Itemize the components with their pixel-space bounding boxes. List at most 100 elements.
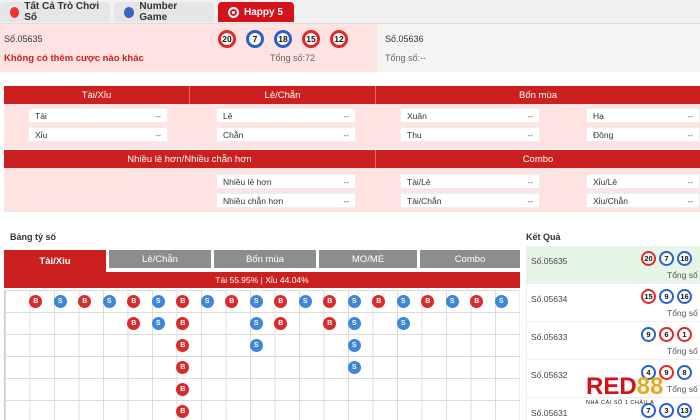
small-marker: S (249, 316, 263, 330)
bet-option-more-odd[interactable]: Nhiều lẻ hơn -- (216, 174, 356, 189)
small-marker: S (249, 338, 263, 352)
result-total: Tổng số (667, 270, 698, 280)
bet-option-more-even[interactable]: Nhiều chẵn hơn -- (216, 193, 356, 208)
big-marker: B (372, 294, 386, 308)
small-marker: S (347, 360, 361, 374)
result-total: Tổng số (667, 308, 698, 318)
small-marker: S (396, 294, 410, 308)
ratio-board-title: Bảng tỷ số (10, 232, 57, 242)
big-marker: B (176, 360, 190, 374)
draw-total: Tổng số:72 (270, 53, 316, 63)
result-ball: 9 (641, 327, 656, 342)
result-balls: 15 9 16 (641, 289, 692, 304)
ratio-tab-bon-mua[interactable]: Bốn mùa (214, 250, 316, 268)
header-odd-even-more: Nhiều lẻ hơn/Nhiều chẵn hơn (4, 150, 376, 168)
small-marker: S (396, 316, 410, 330)
happy5-icon (228, 6, 239, 18)
result-ball: 9 (659, 289, 674, 304)
option-value: -- (343, 176, 349, 187)
next-draw-panel: Số.05636 Tổng số:-- (377, 24, 700, 72)
ratio-road-grid: BSBSBBSSBBBBBBSBSSSBBSBBSSSSBSSBSBS (4, 290, 520, 420)
tab-number-game[interactable]: Number Game (114, 1, 214, 23)
tab-happy-5[interactable]: Happy 5 (218, 2, 294, 22)
bet-option-tai-chan[interactable]: Tài/Chẵn -- (400, 193, 540, 208)
option-value: -- (687, 129, 693, 140)
tab-label: Number Game (139, 1, 178, 23)
result-ball: 20 (641, 251, 656, 266)
bet-option-xiu-chan[interactable]: Xỉu/Chẵn -- (586, 193, 700, 208)
option-label: Lẻ (223, 110, 233, 121)
small-marker: S (53, 294, 67, 308)
stats1-header: Tài/Xỉu Lẻ/Chẵn Bốn mùa (4, 86, 700, 104)
result-issue: Số.05632 (531, 370, 568, 380)
logo-text-88: 88 (636, 373, 664, 400)
option-value: -- (155, 110, 161, 121)
result-issue: Số.05631 (531, 408, 568, 418)
big-marker: B (127, 294, 141, 308)
bet-option-thu[interactable]: Thu -- (400, 127, 540, 142)
bet-option-xiu[interactable]: Xỉu -- (28, 127, 168, 142)
current-draw-panel: Số.05635 Không có thêm cược nào khác 20 … (0, 24, 377, 72)
tab-label: Tất Cả Trò Chơi Số (24, 1, 100, 23)
big-marker: B (421, 294, 435, 308)
option-label: Xỉu (35, 129, 48, 140)
result-row[interactable]: Số.05633 9 6 1 Tổng số (527, 322, 700, 360)
option-label: Xỉu/Lẻ (593, 176, 618, 187)
ratio-tab-combo[interactable]: Combo (420, 250, 520, 268)
small-marker: S (445, 294, 459, 308)
bet-option-ha[interactable]: Hạ -- (586, 108, 700, 123)
ratio-tab-tai-xiu[interactable]: Tài/Xỉu (4, 250, 106, 272)
no-more-bets-message: Không có thêm cược nào khác (4, 53, 144, 64)
big-marker: B (176, 382, 190, 396)
result-ball: 6 (659, 327, 674, 342)
result-row[interactable]: Số.05635 20 7 18 Tổng số (527, 246, 700, 284)
option-value: -- (343, 129, 349, 140)
result-ball: 1 (677, 327, 692, 342)
option-label: Chẵn (223, 129, 244, 140)
option-value: -- (527, 176, 533, 187)
option-value: -- (687, 176, 693, 187)
result-row[interactable]: Số.05634 15 9 16 Tổng số (527, 284, 700, 322)
option-label: Xuân (407, 110, 427, 121)
small-marker: S (151, 316, 165, 330)
big-marker: B (176, 404, 190, 418)
option-value: -- (687, 195, 693, 206)
option-label: Hạ (593, 110, 604, 121)
header-tai-xiu: Tài/Xỉu (4, 86, 190, 104)
logo-text-red: RED (586, 373, 637, 400)
bet-option-xuan[interactable]: Xuân -- (400, 108, 540, 123)
draw-ball: 20 (218, 30, 236, 48)
ratio-tabs: Tài/Xỉu Lẻ/Chẵn Bốn mùa MO/ME Combo (4, 250, 520, 272)
small-marker: S (102, 294, 116, 308)
option-value: -- (527, 129, 533, 140)
bet-option-tai-le[interactable]: Tài/Lẻ -- (400, 174, 540, 189)
big-marker: B (29, 294, 43, 308)
big-marker: B (127, 316, 141, 330)
bet-option-dong[interactable]: Đông -- (586, 127, 700, 142)
draw-ball: 12 (330, 30, 348, 48)
small-marker: S (347, 316, 361, 330)
logo-tagline: NHÀ CÁI SỐ 1 CHÂU Á (586, 400, 655, 406)
bet-option-chan[interactable]: Chẵn -- (216, 127, 356, 142)
tab-all-number-games[interactable]: Tất Cả Trò Chơi Số (0, 1, 110, 23)
small-marker: S (200, 294, 214, 308)
header-le-chan: Lẻ/Chẵn (190, 86, 376, 104)
results-title: Kết Quả (526, 232, 561, 242)
option-label: Tài/Lẻ (407, 176, 431, 187)
option-label: Đông (593, 129, 614, 140)
ratio-tab-le-chan[interactable]: Lẻ/Chẵn (109, 250, 211, 268)
ratio-tab-mo-me[interactable]: MO/ME (319, 250, 417, 268)
option-value: -- (527, 195, 533, 206)
big-marker: B (176, 338, 190, 352)
option-label: Xỉu/Chẵn (593, 195, 628, 206)
bet-option-xiu-le[interactable]: Xỉu/Lẻ -- (586, 174, 700, 189)
draw-ball: 7 (246, 30, 264, 48)
bet-option-tai[interactable]: Tài -- (28, 108, 168, 123)
big-marker: B (470, 294, 484, 308)
small-marker: S (249, 294, 263, 308)
small-marker: S (151, 294, 165, 308)
result-issue: Số.05635 (531, 256, 568, 266)
bet-option-le[interactable]: Lẻ -- (216, 108, 356, 123)
big-marker: B (323, 316, 337, 330)
option-label: Nhiều lẻ hơn (223, 176, 272, 187)
